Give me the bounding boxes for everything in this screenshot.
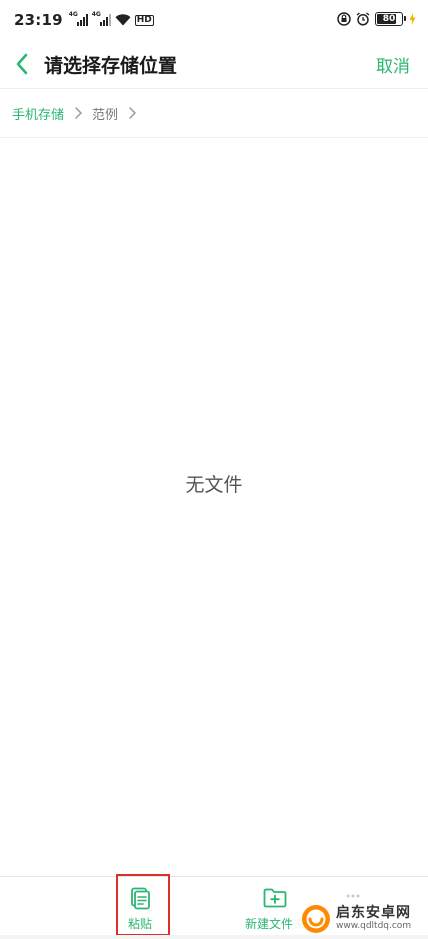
watermark-name: 启东安卓网 bbox=[336, 905, 411, 921]
rotation-lock-icon bbox=[337, 12, 351, 26]
cancel-button[interactable]: 取消 bbox=[376, 52, 410, 77]
breadcrumb-divider bbox=[0, 137, 428, 138]
header-bar: 请选择存储位置 取消 bbox=[0, 40, 428, 88]
alarm-icon bbox=[356, 12, 370, 26]
chevron-left-icon bbox=[16, 53, 28, 75]
watermark: 启东安卓网 www.qdltdq.com bbox=[293, 898, 428, 939]
back-button[interactable] bbox=[2, 40, 42, 88]
signal-2-tag: 4G bbox=[91, 11, 101, 18]
status-left-icons: 4G 4G HD bbox=[68, 11, 154, 26]
charging-icon bbox=[409, 13, 416, 25]
wifi-icon bbox=[115, 14, 131, 26]
status-time: 23:19 bbox=[14, 11, 63, 29]
empty-state-text: 无文件 bbox=[185, 474, 243, 496]
cellular-signal-icon: 4G bbox=[91, 11, 111, 26]
breadcrumb-item-phone-storage[interactable]: 手机存储 bbox=[12, 104, 64, 123]
status-bar: 23:19 4G 4G HD 80 bbox=[0, 0, 428, 40]
chevron-right-icon bbox=[75, 107, 82, 119]
status-right-icons: 80 bbox=[337, 12, 416, 26]
signal-1-tag: 4G bbox=[68, 11, 78, 18]
page-title: 请选择存储位置 bbox=[44, 54, 178, 77]
breadcrumb-item-examples[interactable]: 范例 bbox=[92, 104, 118, 123]
cellular-signal-icon: 4G bbox=[68, 11, 88, 26]
hd-badge: HD bbox=[134, 14, 154, 26]
breadcrumb: 手机存储 范例 bbox=[0, 89, 428, 137]
navigation-bar bbox=[0, 935, 428, 939]
watermark-logo-icon bbox=[302, 904, 330, 933]
folder-plus-icon bbox=[263, 888, 287, 908]
battery-icon: 80 bbox=[375, 12, 406, 26]
paste-highlight-box bbox=[116, 874, 170, 936]
chevron-right-icon bbox=[129, 107, 136, 119]
battery-level: 80 bbox=[382, 13, 396, 24]
watermark-url: www.qdltdq.com bbox=[336, 921, 412, 931]
